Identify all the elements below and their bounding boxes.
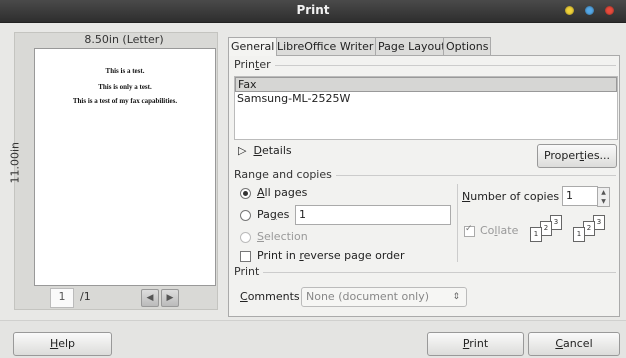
tab-page-layout[interactable]: Page Layout xyxy=(375,37,449,55)
maximize-button[interactable] xyxy=(585,6,594,15)
range-group-divider xyxy=(330,175,616,176)
properties-button[interactable]: Properties... xyxy=(537,144,617,168)
pages-input[interactable]: 1 xyxy=(295,205,451,225)
all-pages-label: All pages xyxy=(257,186,308,199)
close-button[interactable] xyxy=(605,6,614,15)
reverse-order-label: Print in reverse page order xyxy=(257,249,405,262)
comments-label: Comments xyxy=(240,290,300,303)
all-pages-radio[interactable] xyxy=(240,188,251,199)
page-total-label: /1 xyxy=(80,290,91,303)
copies-spinner[interactable]: ▲ ▼ xyxy=(597,187,610,207)
selection-label: Selection xyxy=(257,230,308,243)
chevron-down-icon: ▼ xyxy=(601,198,606,205)
updown-arrow-icon: ⇕ xyxy=(452,292,460,302)
printer-item-fax[interactable]: Fax xyxy=(235,77,617,92)
arrow-left-icon: ◀ xyxy=(146,293,154,303)
help-button[interactable]: Help xyxy=(13,332,112,356)
print-dialog: Print 8.50in (Letter) 11.00in This is a … xyxy=(0,0,626,358)
chevron-up-icon: ▲ xyxy=(601,189,606,196)
previous-page-button[interactable]: ◀ xyxy=(141,289,159,307)
collate-checkbox[interactable] xyxy=(464,224,475,237)
tab-options[interactable]: Options xyxy=(443,37,492,55)
paper-height-label: 11.00in xyxy=(8,141,22,184)
details-expander[interactable]: ▷ Details xyxy=(238,144,292,157)
pages-label: Pages xyxy=(257,208,290,221)
title-bar: Print xyxy=(0,0,626,23)
printer-group-divider xyxy=(270,65,616,66)
print-group-divider xyxy=(262,272,616,273)
triangle-right-icon: ▷ xyxy=(238,144,247,157)
cancel-button[interactable]: Cancel xyxy=(528,332,620,356)
minimize-button[interactable] xyxy=(565,6,574,15)
tab-libreoffice-writer[interactable]: LibreOffice Writer xyxy=(274,37,377,55)
page-preview: This is a test. This is only a test. Thi… xyxy=(34,48,216,286)
printer-list[interactable]: Fax Samsung-ML-2525W xyxy=(234,76,618,140)
copies-input[interactable]: 1 xyxy=(562,186,598,206)
paper-size-label: 8.50in (Letter) xyxy=(84,33,164,46)
selection-radio[interactable] xyxy=(240,232,251,243)
printer-item-samsung[interactable]: Samsung-ML-2525W xyxy=(235,92,617,105)
pages-radio[interactable] xyxy=(240,210,251,221)
preview-line-3: This is a test of my fax capabilities. xyxy=(72,97,178,105)
window-title: Print xyxy=(296,3,330,17)
copies-label: Number of copies xyxy=(462,190,560,203)
arrow-right-icon: ▶ xyxy=(166,293,174,303)
tab-general[interactable]: General xyxy=(228,37,278,56)
collate-label: Collate xyxy=(480,224,519,237)
next-page-button[interactable]: ▶ xyxy=(161,289,179,307)
reverse-order-checkbox[interactable] xyxy=(240,251,251,262)
preview-line-2: This is only a test. xyxy=(98,83,152,91)
print-group-label: Print xyxy=(234,265,264,278)
range-group-label: Range and copies xyxy=(234,168,336,181)
page-number-input[interactable]: 1 xyxy=(50,288,74,308)
printer-group-label: Printer xyxy=(234,58,275,71)
preview-line-1: This is a test. xyxy=(105,67,145,75)
print-button[interactable]: Print xyxy=(427,332,524,356)
range-divider xyxy=(457,184,458,262)
comments-dropdown[interactable]: None (document only) ⇕ xyxy=(301,287,467,307)
